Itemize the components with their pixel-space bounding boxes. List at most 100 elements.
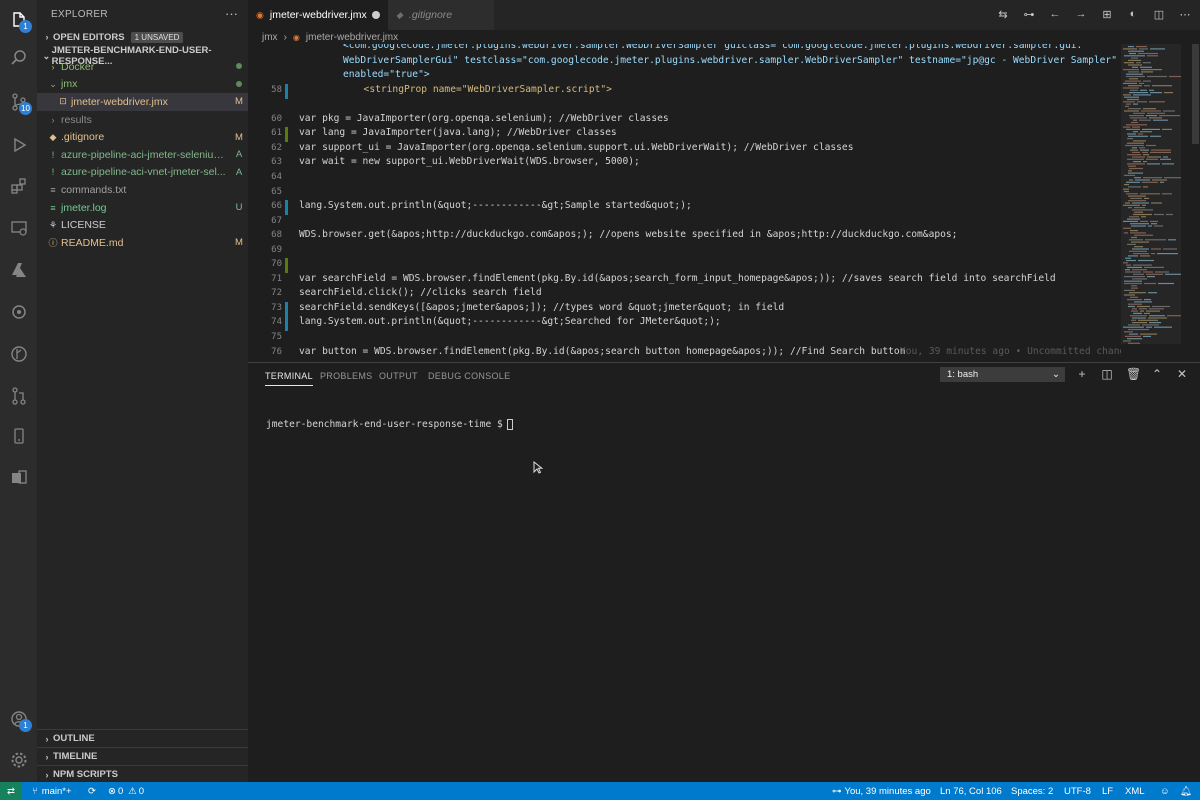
git-graph-icon[interactable] [0, 336, 37, 372]
minimap-line [1123, 126, 1130, 128]
git-gutter-marker[interactable] [285, 200, 288, 216]
scrollbar-thumb[interactable] [1192, 44, 1199, 144]
toggle-blame-icon[interactable]: ◐ [1126, 7, 1140, 21]
compare-changes-icon[interactable]: ⇆ [996, 7, 1010, 21]
minimap-line [1136, 46, 1147, 48]
tree-item[interactable]: ⊡ jmeter-webdriver.jmx M [37, 93, 248, 111]
npm-scripts-section[interactable]: › NPM SCRIPTS [37, 765, 248, 783]
feedback-icon[interactable]: ☺ [1160, 782, 1170, 800]
tree-item-label: jmeter.log [61, 201, 107, 214]
terminal-prompt[interactable]: jmeter-benchmark-end-user-response-time … [266, 419, 513, 430]
remote-explorer-icon[interactable] [0, 210, 37, 246]
timeline-section[interactable]: › TIMELINE [37, 747, 248, 765]
device-icon[interactable] [0, 418, 37, 454]
minimap-line [1127, 154, 1141, 156]
git-status: A [235, 166, 243, 178]
editor-scrollbar[interactable] [1191, 44, 1200, 356]
azure-icon[interactable] [0, 252, 37, 288]
minimap-line [1124, 96, 1139, 98]
settings-sync-icon[interactable] [0, 294, 37, 330]
minimap[interactable] [1121, 44, 1191, 356]
open-changes-icon[interactable]: ⊞ [1100, 7, 1114, 21]
git-gutter-marker[interactable] [285, 301, 288, 317]
cursor-position[interactable]: Ln 76, Col 106 [940, 782, 1002, 800]
outline-section[interactable]: › OUTLINE [37, 729, 248, 747]
trash-icon[interactable]: 🗑 [1126, 367, 1141, 381]
tab-gitignore[interactable]: ◆ .gitignore [388, 0, 494, 30]
tree-item[interactable]: ≡ jmeter.log U [37, 199, 248, 217]
next-change-icon[interactable]: → [1074, 7, 1088, 21]
git-gutter-marker[interactable] [285, 258, 288, 274]
account-icon[interactable]: 1 [0, 701, 37, 737]
code-editor[interactable]: <com.googlecode.jmeter.plugins.webdriver… [248, 44, 1121, 356]
tab-jmeter-webdriver[interactable]: ◉ jmeter-webdriver.jmx [248, 0, 388, 30]
warning-icon: ⚠ [128, 785, 137, 797]
minimap-line [1125, 80, 1141, 82]
git-commit-icon[interactable]: ⊶ [1022, 7, 1036, 21]
breadcrumb-folder[interactable]: jmx [262, 32, 278, 43]
end-of-line[interactable]: LF [1102, 782, 1113, 800]
split-editor-icon[interactable]: ◫ [1152, 7, 1166, 21]
open-editors-section[interactable]: › OPEN EDITORS 1 UNSAVED [37, 28, 248, 46]
language-mode[interactable]: XML [1125, 782, 1145, 800]
minimap-line [1139, 48, 1148, 50]
tree-item[interactable]: ⌄ jmx [37, 76, 248, 94]
encoding[interactable]: UTF-8 [1064, 782, 1091, 800]
source-control-icon[interactable]: 10 [0, 84, 37, 120]
minimap-line [1125, 105, 1129, 107]
minimap-line [1143, 108, 1156, 110]
unsaved-dot-icon[interactable] [372, 11, 380, 19]
line-number: 69 [271, 244, 282, 255]
tree-item[interactable]: › Docker [37, 58, 248, 76]
more-actions-icon[interactable]: ⋯ [1178, 7, 1192, 21]
test-icon[interactable] [0, 460, 37, 496]
minimap-line [1132, 248, 1149, 250]
git-gutter-marker[interactable] [285, 127, 288, 143]
minimap-line [1163, 110, 1175, 112]
terminal-select[interactable]: 1: bash ⌄ [940, 367, 1065, 382]
tree-item[interactable]: ! azure-pipeline-aci-jmeter-selenium... A [37, 146, 248, 164]
minimap-line [1132, 308, 1137, 310]
branch-indicator[interactable]: ⑂ main*+ [32, 782, 72, 800]
manage-gear-icon[interactable] [0, 742, 37, 778]
git-gutter-marker[interactable] [285, 316, 288, 332]
new-terminal-icon[interactable]: + [1076, 367, 1088, 381]
minimap-line [1132, 317, 1146, 319]
more-actions-icon[interactable]: ··· [225, 6, 238, 21]
explorer-icon[interactable]: 1 [0, 2, 37, 38]
tree-item[interactable]: ! azure-pipeline-aci-vnet-jmeter-sel... A [37, 164, 248, 182]
git-gutter-marker[interactable] [285, 83, 288, 99]
minimap-line [1131, 57, 1138, 59]
run-debug-icon[interactable] [0, 127, 37, 163]
tab-debug-console[interactable]: DEBUG CONSOLE [428, 371, 510, 381]
close-icon[interactable]: ✕ [1176, 367, 1188, 381]
tree-item[interactable]: ◆ .gitignore M [37, 128, 248, 146]
split-terminal-icon[interactable]: ◫ [1101, 367, 1113, 381]
maximize-panel-icon[interactable]: ⌃ [1151, 367, 1163, 381]
breadcrumb-file[interactable]: jmeter-webdriver.jmx [306, 32, 398, 43]
pull-requests-icon[interactable] [0, 378, 37, 414]
tab-terminal[interactable]: TERMINAL [265, 371, 313, 386]
tree-item[interactable]: › results [37, 111, 248, 129]
minimap-line [1129, 250, 1147, 252]
search-icon[interactable] [0, 40, 37, 76]
extensions-icon[interactable] [0, 168, 37, 204]
minimap-line [1126, 128, 1140, 130]
line-number: 60 [271, 113, 282, 124]
tab-output[interactable]: OUTPUT [379, 371, 418, 381]
previous-change-icon[interactable]: ← [1048, 7, 1062, 21]
indentation[interactable]: Spaces: 2 [1011, 782, 1053, 800]
problems-indicator[interactable]: ⊗ 0 ⚠ 0 [108, 782, 144, 800]
tree-item[interactable]: ⚘ LICENSE [37, 216, 248, 234]
tab-problems[interactable]: PROBLEMS [320, 371, 372, 381]
sync-icon[interactable]: ⟳ [88, 782, 96, 800]
minimap-line [1134, 301, 1152, 303]
tree-item[interactable]: ≡ commands.txt [37, 181, 248, 199]
tree-item-label: jmeter-webdriver.jmx [71, 95, 168, 108]
file-type-icon: ≡ [50, 184, 56, 195]
blame-indicator[interactable]: ⊶ You, 39 minutes ago [832, 782, 931, 800]
notifications-bell-icon[interactable]: 🔔︎ [1180, 782, 1192, 800]
remote-indicator-icon[interactable]: ⇄ [0, 782, 22, 800]
tree-item[interactable]: ⓘ README.md M [37, 234, 248, 252]
minimap-line [1142, 181, 1158, 183]
